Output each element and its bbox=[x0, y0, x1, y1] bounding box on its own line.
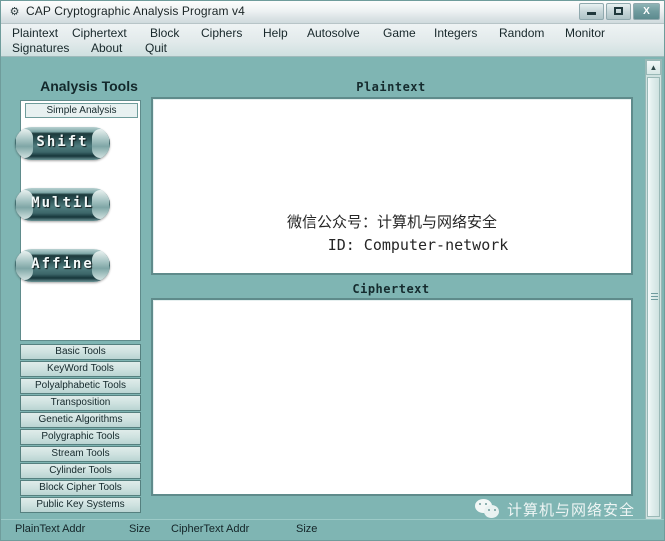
menu-item-monitor[interactable]: Monitor bbox=[564, 26, 606, 40]
affine-cipher-button[interactable]: Affine bbox=[15, 249, 110, 282]
wechat-watermark-label: 计算机与网络安全 bbox=[507, 501, 636, 519]
menu-bar: Plaintext Ciphertext Block Ciphers Help … bbox=[1, 24, 664, 57]
minimize-icon bbox=[587, 12, 596, 16]
minimize-button[interactable] bbox=[579, 3, 604, 20]
menu-item-integers[interactable]: Integers bbox=[433, 26, 478, 40]
ciphertext-textarea[interactable] bbox=[151, 298, 633, 496]
tool-button-basic-tools[interactable]: Basic Tools bbox=[20, 344, 141, 360]
maximize-button[interactable] bbox=[606, 3, 631, 20]
analysis-tools-heading: Analysis Tools bbox=[40, 78, 138, 94]
menu-item-random[interactable]: Random bbox=[498, 26, 545, 40]
menu-item-plaintext[interactable]: Plaintext bbox=[11, 26, 59, 40]
tab-simple-analysis[interactable]: Simple Analysis bbox=[25, 103, 138, 118]
tool-button-polygraphic-tools[interactable]: Polygraphic Tools bbox=[20, 429, 141, 445]
ciphertext-content bbox=[153, 300, 631, 312]
app-icon: ⚙ bbox=[9, 6, 20, 18]
plaintext-line-1: 微信公众号：计算机与网络安全 bbox=[286, 213, 497, 231]
menu-item-ciphers[interactable]: Ciphers bbox=[200, 26, 243, 40]
status-ciphertext-size-label: Size bbox=[296, 523, 318, 535]
multil-cipher-button[interactable]: MultiL bbox=[15, 188, 110, 221]
title-bar: ⚙ CAP Cryptographic Analysis Program v4 … bbox=[1, 1, 664, 24]
window-title: CAP Cryptographic Analysis Program v4 bbox=[26, 4, 245, 18]
menu-item-quit[interactable]: Quit bbox=[144, 41, 168, 55]
tool-button-public-key-systems[interactable]: Public Key Systems bbox=[20, 497, 141, 513]
menu-item-autosolve[interactable]: Autosolve bbox=[306, 26, 361, 40]
plaintext-section-label: Plaintext bbox=[356, 80, 426, 94]
shift-button-label: Shift bbox=[36, 134, 89, 150]
menu-item-block[interactable]: Block bbox=[149, 26, 180, 40]
tool-button-transposition[interactable]: Transposition bbox=[20, 395, 141, 411]
status-ciphertext-addr-label: CipherText Addr bbox=[171, 523, 250, 535]
close-button[interactable]: X bbox=[633, 3, 660, 20]
menu-item-ciphertext[interactable]: Ciphertext bbox=[71, 26, 128, 40]
tool-button-cylinder-tools[interactable]: Cylinder Tools bbox=[20, 463, 141, 479]
menu-item-signatures[interactable]: Signatures bbox=[11, 41, 70, 55]
scrollbar-grip-icon bbox=[651, 293, 658, 301]
tool-button-stream-tools[interactable]: Stream Tools bbox=[20, 446, 141, 462]
plaintext-textarea[interactable]: 微信公众号：计算机与网络安全 ID: Computer-network bbox=[151, 97, 633, 275]
scroll-up-icon[interactable]: ▲ bbox=[646, 60, 661, 75]
menu-item-game[interactable]: Game bbox=[382, 26, 417, 40]
menu-item-help[interactable]: Help bbox=[262, 26, 289, 40]
plaintext-line-2: ID: Computer-network bbox=[327, 236, 509, 254]
status-plaintext-size-label: Size bbox=[129, 523, 151, 535]
status-plaintext-addr-label: PlainText Addr bbox=[15, 523, 86, 535]
ciphertext-section-label: Ciphertext bbox=[352, 282, 430, 296]
menu-item-about[interactable]: About bbox=[90, 41, 123, 55]
scrollbar-thumb[interactable] bbox=[647, 77, 660, 517]
vertical-scrollbar[interactable]: ▲ ▼ bbox=[645, 59, 662, 537]
maximize-icon bbox=[614, 6, 623, 15]
tool-button-block-cipher-tools[interactable]: Block Cipher Tools bbox=[20, 480, 141, 496]
application-window: ⚙ CAP Cryptographic Analysis Program v4 … bbox=[0, 0, 665, 541]
tool-button-genetic-algorithms[interactable]: Genetic Algorithms bbox=[20, 412, 141, 428]
tool-button-polyalphabetic-tools[interactable]: Polyalphabetic Tools bbox=[20, 378, 141, 394]
wechat-icon bbox=[475, 499, 501, 519]
wechat-watermark: 计算机与网络安全 bbox=[475, 497, 635, 521]
plaintext-content: 微信公众号：计算机与网络安全 ID: Computer-network bbox=[153, 211, 631, 257]
status-bar: PlainText Addr Size CipherText Addr Size bbox=[1, 519, 664, 540]
affine-button-label: Affine bbox=[31, 256, 94, 272]
multil-button-label: MultiL bbox=[31, 195, 94, 211]
shift-cipher-button[interactable]: Shift bbox=[15, 127, 110, 160]
tool-button-keyword-tools[interactable]: KeyWord Tools bbox=[20, 361, 141, 377]
